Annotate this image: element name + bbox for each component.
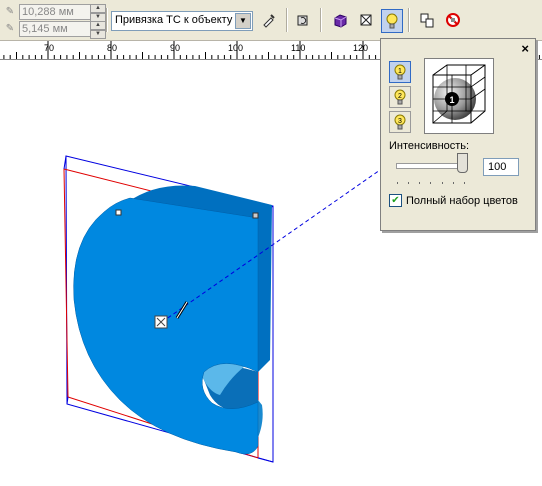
lightbulb-icon: 2 <box>394 89 406 105</box>
light-1-button[interactable]: 1 <box>389 61 411 83</box>
ruler-y-icon: ✎ <box>5 23 15 34</box>
slider-ticks <box>397 182 467 184</box>
chevron-down-icon[interactable]: ▼ <box>235 13 251 29</box>
ruler-x-icon: ✎ <box>5 6 15 17</box>
handle[interactable] <box>115 209 122 216</box>
rotate-object-icon <box>297 15 308 26</box>
separator <box>286 8 288 32</box>
lightbulb-icon: 3 <box>394 114 406 130</box>
full-color-checkbox[interactable]: ✔ Полный набор цветов <box>389 194 518 207</box>
separator <box>320 8 322 32</box>
x-spinner[interactable]: ▲ ▼ <box>90 4 106 22</box>
ruler-label: 100 <box>228 43 244 53</box>
x-coordinate-group: ✎ ▲▼ <box>4 4 106 22</box>
vanishing-point-lock-select[interactable]: Привязка ТС к объекту ▼ <box>111 11 253 31</box>
dropper-icon <box>263 14 275 28</box>
separator <box>106 8 108 32</box>
light-3-button[interactable]: 3 <box>389 111 411 133</box>
light-2-button[interactable]: 2 <box>389 86 411 108</box>
ruler-label: 90 <box>170 43 181 53</box>
extrude-color-button[interactable] <box>330 9 350 31</box>
y-coordinate-input[interactable] <box>19 21 91 37</box>
ruler-label: 80 <box>107 43 118 53</box>
svg-text:3: 3 <box>398 118 402 125</box>
light-preview[interactable]: 1 <box>424 58 494 134</box>
handle[interactable] <box>252 212 259 219</box>
separator <box>408 8 410 32</box>
bevel-button[interactable] <box>356 9 376 31</box>
vanishing-point-lock-value: Привязка ТС к объекту <box>115 14 233 26</box>
orientation-button[interactable] <box>293 9 313 31</box>
x-coordinate-input[interactable] <box>19 4 91 20</box>
bevel-icon <box>360 14 372 26</box>
clear-extrude-button[interactable] <box>443 9 463 31</box>
intensity-label: Интенсивность: <box>389 140 470 152</box>
svg-text:1: 1 <box>398 68 402 75</box>
clear-extrude-icon <box>446 13 460 27</box>
intensity-input[interactable]: 100 <box>483 158 519 176</box>
lighting-panel: × 1 2 3 1 Интенсивность: 100 ✔ Полный на… <box>380 38 536 231</box>
lightbulb-icon: 1 <box>394 64 406 80</box>
ruler-label: 110 <box>291 43 306 53</box>
copy-properties-button[interactable] <box>259 9 279 31</box>
y-coordinate-group: ✎ ▲▼ <box>4 21 106 39</box>
lighting-button[interactable] <box>381 9 403 33</box>
ruler-label: 70 <box>44 43 55 53</box>
property-bar: ✎ ▲▼ ✎ ▲▼ Привязка ТС к объекту ▼ <box>0 0 542 41</box>
copy-extrude-button[interactable] <box>417 9 437 31</box>
svg-text:1: 1 <box>449 95 454 105</box>
light-preview-cube: 1 <box>432 64 486 124</box>
copy-extrude-icon <box>420 13 434 28</box>
close-icon[interactable]: × <box>521 41 529 56</box>
lightbulb-icon <box>386 13 398 29</box>
svg-text:2: 2 <box>398 93 402 100</box>
y-spinner[interactable]: ▲ ▼ <box>90 21 106 39</box>
ruler-label: 120 <box>353 43 369 53</box>
full-color-label: Полный набор цветов <box>406 194 518 207</box>
intensity-slider-thumb[interactable] <box>457 153 468 173</box>
color-cube-icon <box>334 14 347 28</box>
checkbox-check-icon[interactable]: ✔ <box>389 194 402 207</box>
